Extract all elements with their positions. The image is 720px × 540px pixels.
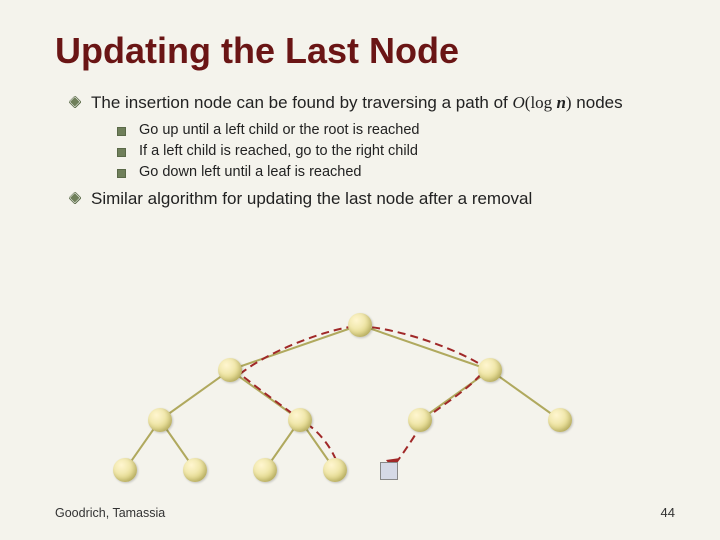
math-n: n: [556, 93, 565, 112]
subbullet-3-text: Go down left until a leaf is reached: [139, 164, 361, 180]
subbullet-1-text: Go up until a left child or the root is …: [139, 122, 420, 138]
square-icon: [117, 148, 126, 157]
tree-node: [218, 358, 242, 382]
subbullet-2-text: If a left child is reached, go to the ri…: [139, 143, 418, 159]
bullet-1-text-a: The insertion node can be found by trave…: [91, 93, 513, 112]
tree-node: [323, 458, 347, 482]
tree-node: [408, 408, 432, 432]
diamond-icon: [69, 192, 81, 204]
bullet-1-text-c: nodes: [572, 93, 623, 112]
tree-node: [253, 458, 277, 482]
footer-authors: Goodrich, Tamassia: [55, 506, 165, 520]
insertion-target-box: [380, 462, 398, 480]
subbullet-1: Go up until a left child or the root is …: [117, 122, 680, 138]
tree-node-root: [348, 313, 372, 337]
tree-node: [148, 408, 172, 432]
tree-node: [478, 358, 502, 382]
math-log: log: [530, 93, 556, 112]
square-icon: [117, 127, 126, 136]
traversal-path: [100, 310, 620, 510]
math-O: O: [513, 93, 525, 112]
tree-node: [548, 408, 572, 432]
page-number: 44: [661, 505, 675, 520]
subbullet-2: If a left child is reached, go to the ri…: [117, 143, 680, 159]
tree-node: [183, 458, 207, 482]
bullet-2-text: Similar algorithm for updating the last …: [91, 189, 532, 208]
diamond-icon: [69, 96, 81, 108]
slide: Updating the Last Node The insertion nod…: [0, 0, 720, 540]
bullet-1: The insertion node can be found by trave…: [69, 92, 680, 114]
tree-node: [113, 458, 137, 482]
bullet-2: Similar algorithm for updating the last …: [69, 188, 680, 210]
tree-node: [288, 408, 312, 432]
subbullet-3: Go down left until a leaf is reached: [117, 164, 680, 180]
slide-title: Updating the Last Node: [55, 30, 680, 72]
square-icon: [117, 169, 126, 178]
